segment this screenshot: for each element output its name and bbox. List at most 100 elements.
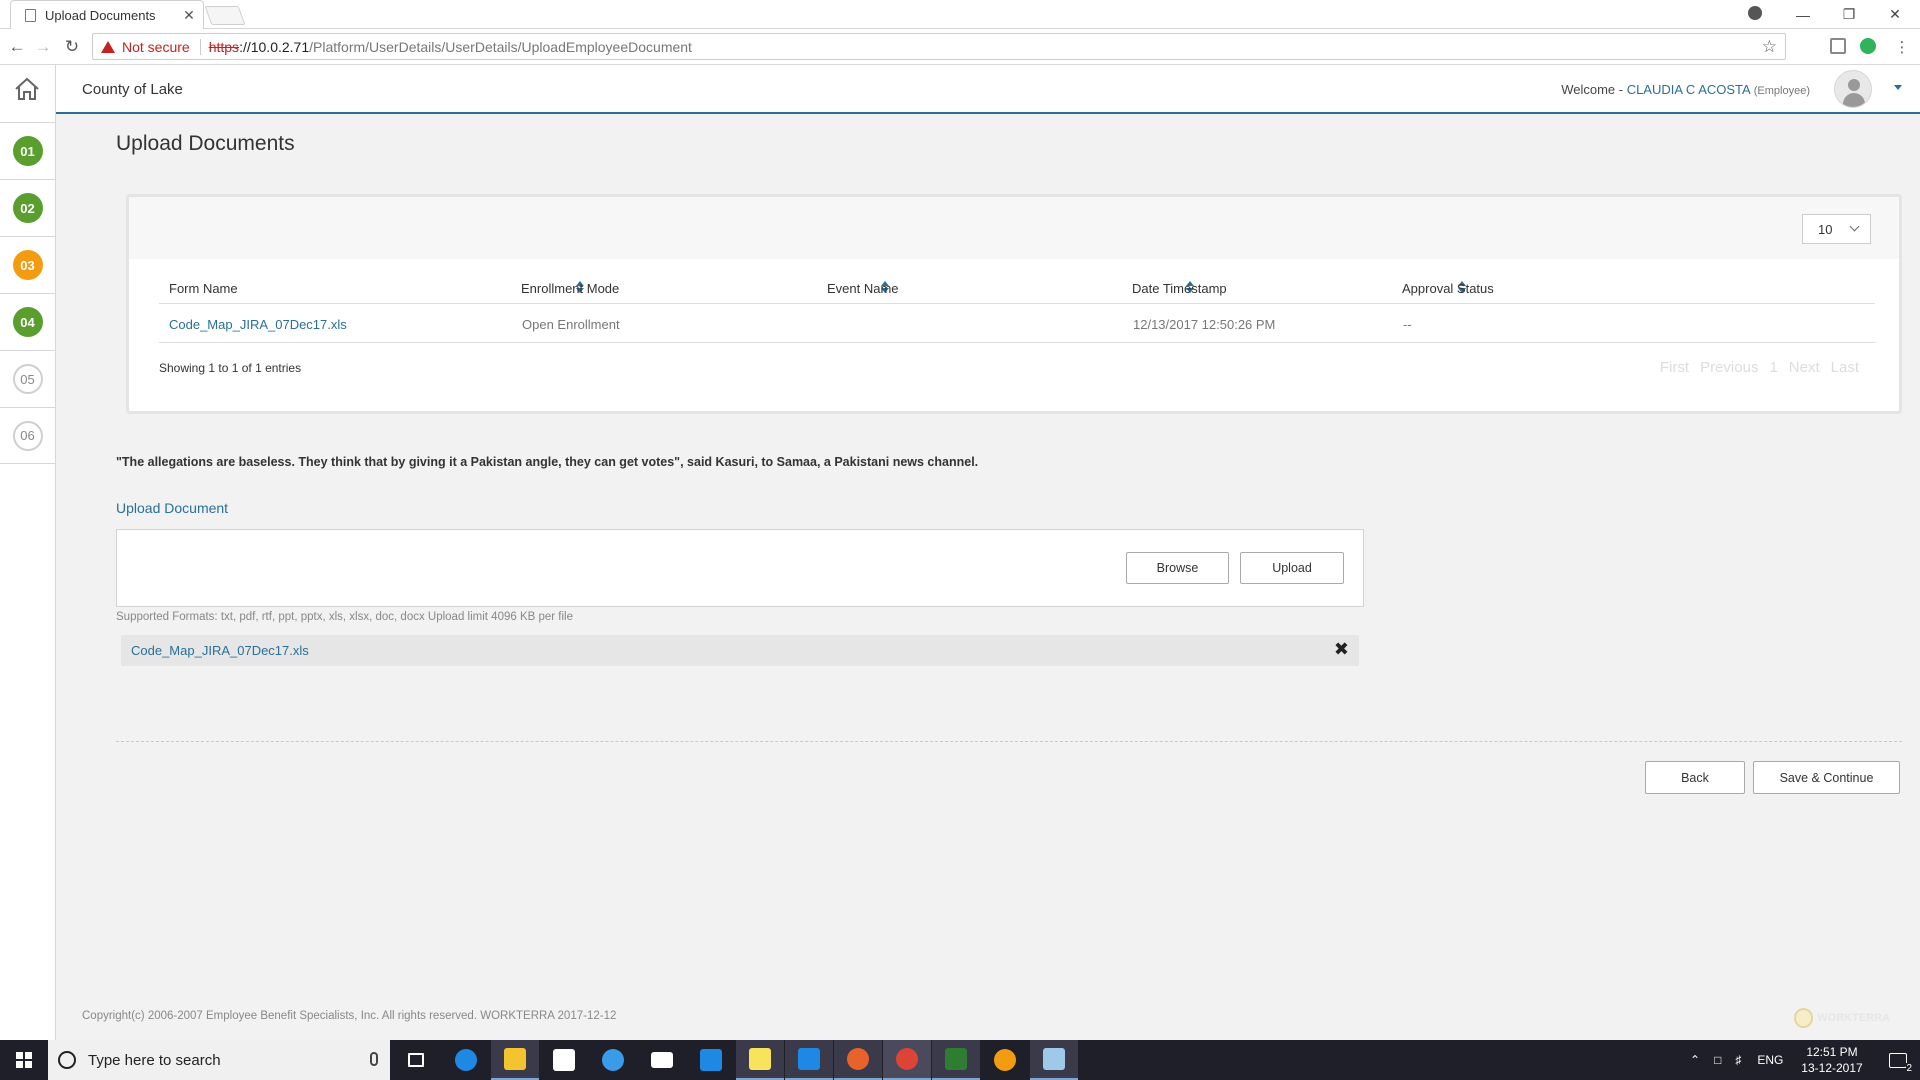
profile-icon[interactable]	[1748, 6, 1762, 20]
divider	[116, 741, 1902, 742]
forward-arrow-icon[interactable]: →	[31, 35, 55, 59]
back-arrow-icon[interactable]: ←	[5, 35, 29, 59]
file-explorer-icon[interactable]	[491, 1040, 539, 1080]
date-timestamp-cell: 12/13/2017 12:50:26 PM	[1133, 317, 1276, 332]
back-button[interactable]: Back	[1645, 761, 1745, 794]
step-01[interactable]: 01	[0, 122, 55, 179]
uploaded-file-link[interactable]: Code_Map_JIRA_07Dec17.xls	[131, 643, 309, 658]
safari-icon[interactable]	[589, 1040, 637, 1080]
edge-icon[interactable]	[442, 1040, 490, 1080]
minimize-button[interactable]: —	[1780, 0, 1826, 29]
column-header-form-name[interactable]: Form Name	[169, 281, 238, 296]
welcome-text: Welcome - CLAUDIA C ACOSTA (Employee)	[1561, 82, 1810, 97]
restore-button[interactable]: ❐	[1826, 0, 1872, 29]
windows-taskbar: Type here to search ⌃ □ ♯ ENG 12:51 PM 1…	[0, 1040, 1920, 1080]
browser-toolbar: ← → ↻ Not secure https://10.0.2.71/Platf…	[0, 29, 1920, 65]
volume-icon[interactable]: ♯	[1735, 1053, 1741, 1067]
tab-close-icon[interactable]: ✕	[179, 7, 199, 24]
browse-button[interactable]: Browse	[1126, 552, 1229, 584]
pager-last[interactable]: Last	[1831, 359, 1859, 376]
approval-status-cell: --	[1403, 317, 1412, 332]
page-title: Upload Documents	[116, 132, 295, 155]
pager-first[interactable]: First	[1660, 359, 1689, 376]
document-icon	[25, 8, 36, 22]
user-name[interactable]: CLAUDIA C ACOSTA	[1627, 82, 1751, 97]
tab-title: Upload Documents	[45, 7, 156, 23]
start-button[interactable]	[0, 1040, 48, 1080]
step-06[interactable]: 06	[0, 407, 55, 464]
upload-button[interactable]: Upload	[1240, 552, 1344, 584]
step-02[interactable]: 02	[0, 179, 55, 236]
browser-tab[interactable]: Upload Documents ✕	[10, 0, 204, 29]
address-bar[interactable]: Not secure https://10.0.2.71/Platform/Us…	[92, 33, 1786, 60]
clock[interactable]: 12:51 PM 13-12-2017	[1792, 1044, 1872, 1076]
step-03[interactable]: 03	[0, 236, 55, 293]
divider	[199, 38, 201, 55]
zoom-app-icon[interactable]	[785, 1040, 833, 1080]
url-scheme: https	[208, 38, 240, 55]
mail-icon[interactable]	[638, 1040, 686, 1080]
column-header-event-name[interactable]: Event Name	[827, 281, 899, 296]
column-header-enrollment-mode[interactable]: Enrollment Mode	[521, 281, 619, 296]
chrome-menu-icon[interactable]: ⋮	[1890, 35, 1914, 59]
windows-logo-icon	[16, 1052, 32, 1068]
microphone-icon[interactable]	[370, 1052, 378, 1066]
not-secure-label[interactable]: Not secure	[122, 39, 190, 55]
divider	[159, 303, 1875, 304]
quote-text: "The allegations are baseless. They thin…	[116, 455, 979, 469]
firefox-icon[interactable]	[834, 1040, 882, 1080]
url-path: /Platform/UserDetails/UserDetails/Upload…	[309, 38, 692, 55]
page-size-value: 10	[1818, 221, 1833, 237]
step-number: 02	[12, 193, 43, 223]
notepad-icon[interactable]	[1030, 1040, 1078, 1080]
clock-time: 12:51 PM	[1806, 1045, 1858, 1059]
step-number: 03	[12, 250, 43, 280]
network-icon[interactable]: □	[1714, 1053, 1721, 1067]
reload-icon[interactable]: ↻	[60, 35, 84, 59]
new-tab-button[interactable]	[204, 6, 246, 25]
column-header-date-timestamp[interactable]: Date Timestamp	[1132, 281, 1227, 296]
upload-dropzone[interactable]: Browse Upload	[116, 529, 1364, 607]
page-size-select[interactable]: 10	[1802, 214, 1871, 244]
avatar[interactable]	[1834, 70, 1872, 108]
zoom-icon[interactable]	[687, 1040, 735, 1080]
step-number: 06	[12, 420, 43, 451]
form-name-link[interactable]: Code_Map_JIRA_07Dec17.xls	[169, 317, 347, 332]
sticky-notes-icon[interactable]	[736, 1040, 784, 1080]
window-close-button[interactable]: ✕	[1872, 0, 1918, 29]
excel-icon[interactable]	[932, 1040, 980, 1080]
chrome-icon[interactable]	[883, 1040, 931, 1080]
step-05[interactable]: 05	[0, 350, 55, 407]
entries-info: Showing 1 to 1 of 1 entries	[159, 361, 302, 375]
chevron-down-icon	[1849, 221, 1860, 232]
save-continue-button[interactable]: Save & Continue	[1753, 761, 1900, 794]
grid-toolbar: 10	[129, 197, 1899, 259]
chevron-up-icon[interactable]: ⌃	[1690, 1053, 1700, 1067]
taskbar-search[interactable]: Type here to search	[48, 1040, 390, 1080]
grammarly-icon[interactable]	[1860, 38, 1876, 54]
app-icon[interactable]	[981, 1040, 1029, 1080]
remove-file-icon[interactable]: ✖	[1334, 639, 1349, 660]
organization-name: County of Lake	[82, 81, 183, 98]
extension-icon[interactable]	[1830, 38, 1846, 54]
action-center-icon[interactable]: 2	[1876, 1040, 1920, 1080]
step-04[interactable]: 04	[0, 293, 55, 350]
cortana-icon	[58, 1051, 76, 1069]
task-view-icon[interactable]	[392, 1040, 440, 1080]
warning-icon	[101, 40, 115, 53]
chevron-down-icon[interactable]	[1894, 85, 1902, 90]
pager-previous[interactable]: Previous	[1700, 359, 1758, 376]
store-icon[interactable]	[540, 1040, 588, 1080]
step-number: 04	[12, 307, 43, 337]
column-header-approval-status[interactable]: Approval Status	[1402, 281, 1494, 296]
pager-next[interactable]: Next	[1789, 359, 1820, 376]
bookmark-star-icon[interactable]: ☆	[1762, 37, 1777, 57]
home-icon[interactable]	[14, 77, 40, 101]
pager-page[interactable]: 1	[1769, 359, 1777, 376]
workterra-logo-icon	[1794, 1008, 1814, 1028]
welcome-label: Welcome -	[1561, 82, 1627, 97]
uploaded-file-item: Code_Map_JIRA_07Dec17.xls ✖	[121, 635, 1359, 666]
notification-count: 2	[1906, 1063, 1912, 1074]
url-host: ://10.0.2.71	[239, 38, 310, 55]
language-indicator[interactable]: ENG	[1757, 1053, 1783, 1067]
